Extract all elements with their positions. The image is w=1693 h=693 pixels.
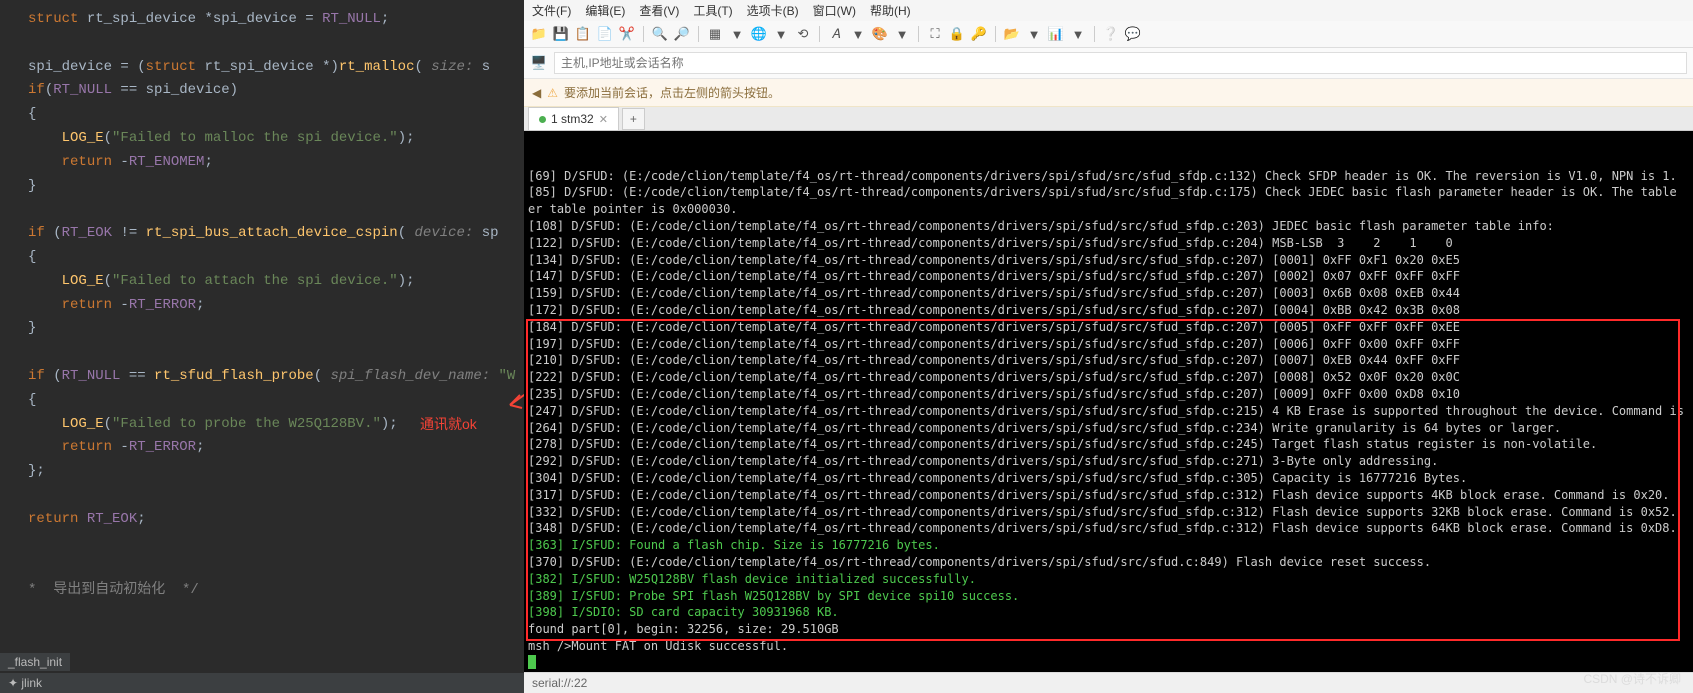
toolbar-icon[interactable]: 💬	[1124, 25, 1142, 43]
menu-item[interactable]: 选项卡(B)	[747, 2, 799, 19]
separator	[995, 26, 996, 42]
separator	[918, 26, 919, 42]
toolbar-icon[interactable]: ▼	[1069, 25, 1087, 43]
toolbar-icon[interactable]: 🔑	[970, 25, 988, 43]
address-input[interactable]	[554, 52, 1687, 74]
code-editor-pane: struct rt_spi_device *spi_device = RT_NU…	[0, 0, 524, 693]
toolbar-icon[interactable]: ⛶	[926, 25, 944, 43]
separator	[1094, 26, 1095, 42]
toolbar-icon[interactable]: ❔	[1102, 25, 1120, 43]
separator	[819, 26, 820, 42]
toolbar-icon[interactable]: ▦	[706, 25, 724, 43]
annotation-text: 通讯就ok	[420, 414, 477, 434]
status-dot-icon	[539, 116, 546, 123]
toolbar-icon[interactable]: 🌐	[750, 25, 768, 43]
menu-item[interactable]: 工具(T)	[693, 2, 732, 19]
toolbar-icon[interactable]: 📂	[1003, 25, 1021, 43]
toolbar-icon[interactable]: 💾	[552, 25, 570, 43]
session-icon: 🖥️	[530, 54, 548, 72]
separator	[698, 26, 699, 42]
toolbar-icon[interactable]: ▼	[893, 25, 911, 43]
close-icon[interactable]: ✕	[599, 113, 608, 126]
toolbar-icon[interactable]: ▼	[849, 25, 867, 43]
toolbar-icon[interactable]: 📁	[530, 25, 548, 43]
menu-item[interactable]: 帮助(H)	[870, 2, 911, 19]
menubar: 文件(F) 编辑(E) 查看(V) 工具(T) 选项卡(B) 窗口(W) 帮助(H)	[524, 0, 1693, 21]
address-bar: 🖥️	[524, 48, 1693, 79]
menu-item[interactable]: 窗口(W)	[813, 2, 856, 19]
arrow-left-icon[interactable]: ◀	[532, 86, 541, 100]
terminal-app-pane: 文件(F) 编辑(E) 查看(V) 工具(T) 选项卡(B) 窗口(W) 帮助(H) 📁💾📋…	[524, 0, 1693, 693]
toolbar-icon[interactable]: 🔍	[651, 25, 669, 43]
watermark: CSDN @诗不诉卿	[1583, 670, 1681, 687]
toolbar-icon[interactable]: 📄	[596, 25, 614, 43]
toolbar-icon[interactable]: ✂️	[618, 25, 636, 43]
tab-strip: 1 stm32 ✕ +	[524, 107, 1693, 131]
toolbar-icon[interactable]: 🔒	[948, 25, 966, 43]
toolbar-icon[interactable]: 🎨	[871, 25, 889, 43]
toolbar-icon[interactable]: ▼	[1025, 25, 1043, 43]
hint-text: 要添加当前会话，点击左侧的箭头按钮。	[564, 84, 780, 101]
toolbar-icon[interactable]: 𝐴	[827, 25, 845, 43]
toolbar-icon[interactable]: 🔎	[673, 25, 691, 43]
menu-item[interactable]: 编辑(E)	[585, 2, 625, 19]
toolbar: 📁💾📋📄✂️🔍🔎▦▼🌐▼⟲𝐴▼🎨▼⛶🔒🔑📂▼📊▼❔💬	[524, 21, 1693, 48]
tab-add-button[interactable]: +	[622, 108, 645, 130]
terminal-output[interactable]: [69] D/SFUD: (E:/code/clion/template/f4_…	[524, 131, 1693, 672]
menu-item[interactable]: 文件(F)	[532, 2, 571, 19]
editor-bottom-tab[interactable]: _flash_init	[0, 653, 70, 671]
separator	[643, 26, 644, 42]
status-bar: serial://:22	[524, 672, 1693, 693]
toolbar-icon[interactable]: ▼	[772, 25, 790, 43]
hint-bar: ◀ ⚠ 要添加当前会话，点击左侧的箭头按钮。	[524, 79, 1693, 107]
menu-item[interactable]: 查看(V)	[639, 2, 679, 19]
toolbar-icon[interactable]: 📊	[1047, 25, 1065, 43]
tab-label: 1 stm32	[551, 112, 594, 126]
toolbar-icon[interactable]: ▼	[728, 25, 746, 43]
tab-stm32[interactable]: 1 stm32 ✕	[528, 107, 619, 130]
code-area[interactable]: struct rt_spi_device *spi_device = RT_NU…	[0, 0, 524, 603]
warning-icon: ⚠	[547, 86, 558, 100]
toolbar-icon[interactable]: ⟲	[794, 25, 812, 43]
editor-status[interactable]: ✦ jlink	[0, 673, 524, 693]
toolbar-icon[interactable]: 📋	[574, 25, 592, 43]
